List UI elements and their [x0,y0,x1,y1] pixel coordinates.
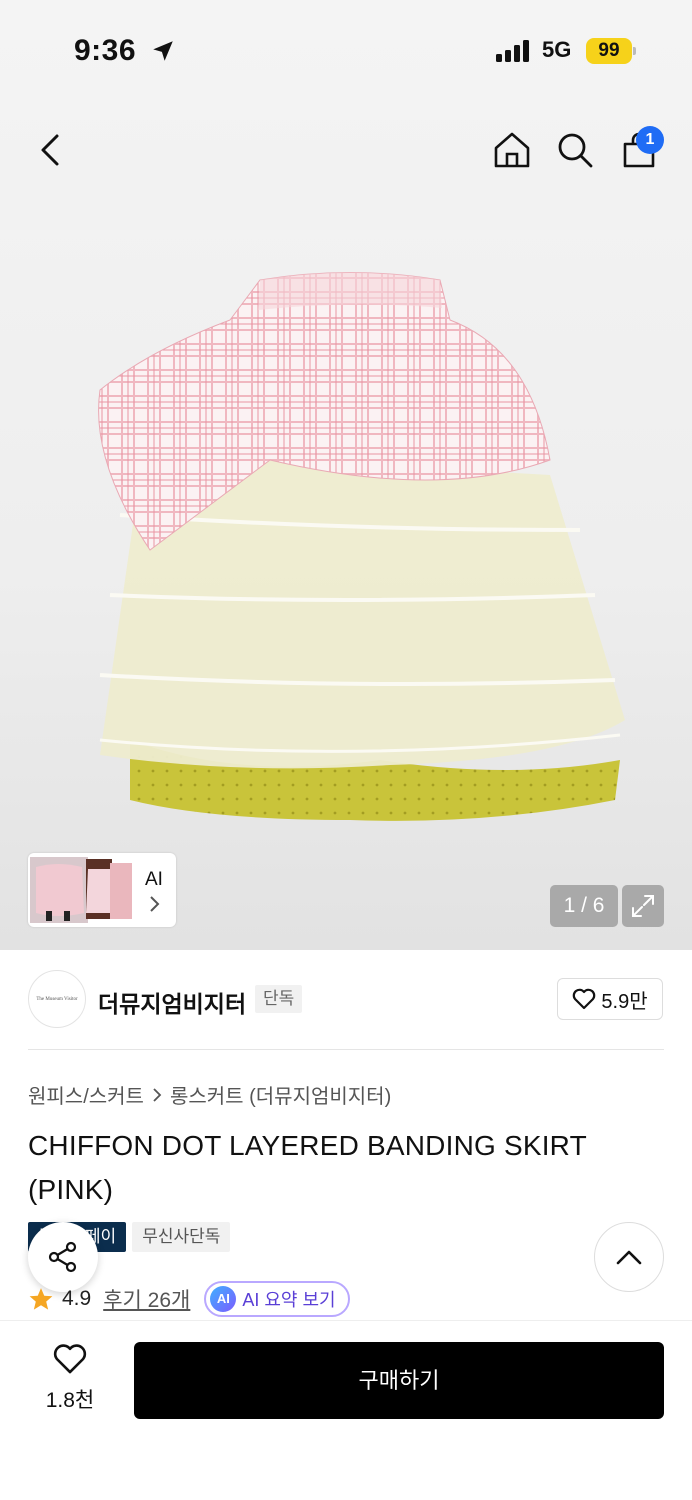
cart-count-badge: 1 [636,126,664,154]
chevron-right-icon [153,1087,162,1102]
reviews-link[interactable]: 후기 26개 [103,1284,190,1314]
divider [28,1049,664,1050]
wishlist-button[interactable]: 1.8천 [30,1343,110,1414]
status-time: 9:36 [74,34,137,67]
back-button[interactable] [26,126,74,174]
brand-exclusive-tag: 단독 [255,985,303,1013]
breadcrumb-category[interactable]: 원피스/스커트 [28,1080,144,1109]
ai-summary-button[interactable]: AI AI 요약 보기 [204,1281,350,1317]
breadcrumb-subcategory[interactable]: 롱스커트 (더뮤지엄비지터) [170,1080,391,1109]
heart-icon [573,988,596,1010]
thumbnail-strip[interactable]: AI [28,853,176,927]
heart-icon [53,1344,87,1374]
brand-like-count: 5.9만 [601,990,648,1013]
chevron-up-icon [616,1250,642,1265]
search-icon [558,133,593,168]
breadcrumb: 원피스/스커트 롱스커트 (더뮤지엄비지터) [28,1080,391,1109]
musinsa-exclusive-badge: 무신사단독 [132,1222,231,1252]
chevron-right-icon [148,895,160,918]
chevron-left-icon [41,134,59,166]
network-label: 5G [542,37,572,62]
brand-like-button[interactable]: 5.9만 [557,978,663,1020]
star-icon [29,1288,53,1310]
rating-value: 4.9 [62,1287,92,1310]
scroll-top-button[interactable] [594,1222,664,1292]
share-icon [48,1241,77,1273]
signal-icon [496,40,532,67]
thumbnail-ai-label: AI [145,869,163,890]
expand-icon [632,895,654,917]
product-image[interactable] [90,260,630,830]
ai-summary-label: AI 요약 보기 [242,1290,336,1310]
battery-icon: 99 [586,38,632,64]
thumbnail-images [30,857,132,923]
top-navigation [0,120,692,180]
home-button[interactable] [488,126,536,174]
status-bar: 9:36 5G 99 [0,0,692,100]
buy-button[interactable]: 구매하기 [134,1342,664,1419]
image-counter: 1 / 6 [550,885,618,927]
product-title: CHIFFON DOT LAYERED BANDING SKIRT (PINK) [28,1130,587,1205]
rating-row: 4.9 후기 26개 AI AI 요약 보기 [28,1280,350,1318]
wishlist-count: 1.8천 [45,1389,95,1412]
location-arrow-icon [150,38,176,69]
battery-cap [633,47,636,55]
ai-icon: AI [210,1286,237,1312]
brand-name[interactable]: 더뮤지엄비지터 [98,985,246,1019]
home-icon [494,132,530,168]
brand-logo[interactable]: The Museum Visitor [28,970,86,1028]
search-button[interactable] [551,126,599,174]
expand-button[interactable] [622,885,664,927]
